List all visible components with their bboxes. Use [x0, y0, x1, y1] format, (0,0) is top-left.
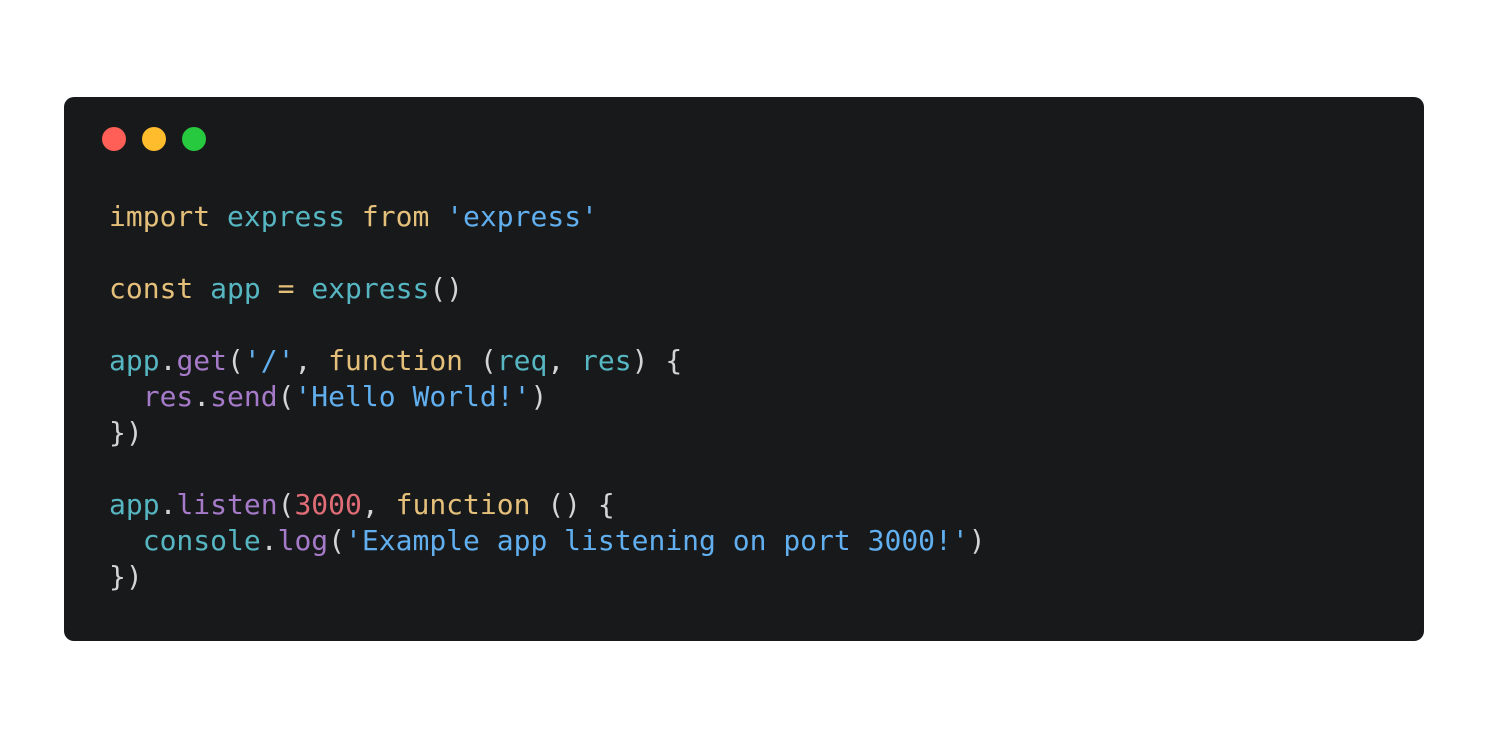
code-token-punct: ,: [547, 344, 582, 377]
code-token-keyword: const: [109, 272, 194, 305]
code-token-punct: [429, 200, 446, 233]
code-line: res.send('Hello World!'): [109, 379, 986, 415]
code-token-punct: (): [429, 272, 464, 305]
code-token-punct: }): [109, 560, 143, 593]
code-token-keyword: from: [361, 200, 430, 233]
code-token-punct: ): [530, 380, 548, 413]
code-token-punct: .: [193, 380, 211, 413]
code-token-method: log: [277, 524, 329, 557]
code-token-punct: [294, 272, 311, 305]
code-token-punct: ): [968, 524, 986, 557]
code-token-number: 3000: [294, 488, 362, 521]
code-token-punct: [261, 272, 278, 305]
code-token-punct: (: [277, 488, 295, 521]
close-icon[interactable]: [102, 127, 126, 151]
code-token-identifier: req: [496, 344, 548, 377]
minimize-icon[interactable]: [142, 127, 166, 151]
code-token-keyword: import: [109, 200, 211, 233]
code-token-string: '/': [243, 344, 295, 377]
code-token-punct: }): [109, 416, 143, 449]
code-token-method: res: [142, 380, 194, 413]
code-token-identifier: res: [581, 344, 632, 377]
code-token-keyword: function: [395, 488, 531, 521]
code-token-identifier: express: [227, 200, 346, 233]
maximize-icon[interactable]: [182, 127, 206, 151]
code-token-identifier: express: [311, 272, 430, 305]
code-token-punct: [109, 380, 143, 413]
code-token-identifier: app: [210, 272, 261, 305]
code-token-string: 'express': [446, 200, 598, 233]
code-token-identifier: console: [142, 524, 261, 557]
code-token-punct: .: [260, 524, 278, 557]
code-token-punct: ,: [294, 344, 329, 377]
code-token-punct: [210, 200, 227, 233]
code-token-string: 'Example app listening on port 3000!': [345, 524, 969, 557]
code-token-punct: .: [159, 488, 177, 521]
code-line: }): [109, 415, 986, 451]
code-token-punct: (: [463, 344, 497, 377]
code-token-method: get: [176, 344, 228, 377]
code-line: app.listen(3000, function () {: [109, 487, 986, 523]
code-token-identifier: app: [109, 344, 160, 377]
code-token-punct: (: [277, 380, 295, 413]
code-line: app.get('/', function (req, res) {: [109, 343, 986, 379]
code-token-punct: () {: [530, 488, 615, 521]
code-line: console.log('Example app listening on po…: [109, 523, 986, 559]
code-token-method: send: [210, 380, 278, 413]
code-token-punct: (: [328, 524, 346, 557]
code-token-punct: ,: [361, 488, 396, 521]
code-token-keyword: =: [277, 272, 295, 305]
code-token-punct: (: [227, 344, 244, 377]
code-token-punct: [345, 200, 362, 233]
code-token-punct: ) {: [631, 344, 683, 377]
code-token-punct: [193, 272, 210, 305]
code-token-punct: [109, 524, 143, 557]
code-line: const app = express(): [109, 271, 986, 307]
code-token-keyword: function: [328, 344, 464, 377]
code-line: }): [109, 559, 986, 595]
code-block: import express from 'express' const app =…: [109, 199, 986, 595]
code-token-punct: .: [159, 344, 177, 377]
code-window: import express from 'express' const app =…: [64, 97, 1424, 641]
code-line: import express from 'express': [109, 199, 986, 235]
code-token-method: listen: [176, 488, 278, 521]
code-token-string: 'Hello World!': [294, 380, 531, 413]
code-token-identifier: app: [109, 488, 160, 521]
